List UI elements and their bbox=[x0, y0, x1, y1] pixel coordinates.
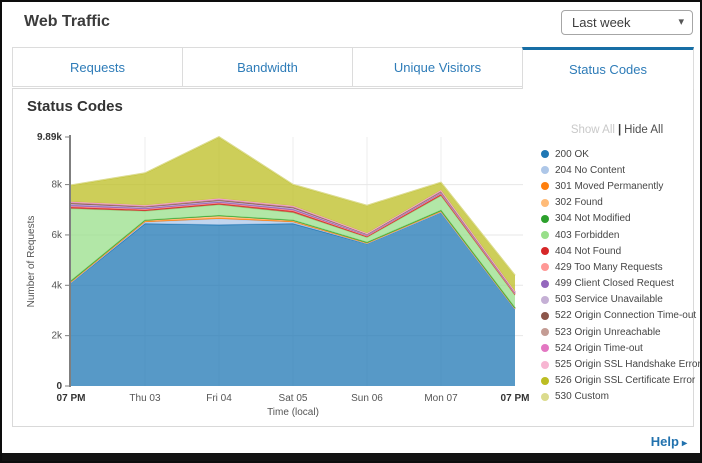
legend-item-526-origin-ssl-certificate-error[interactable]: 526 Origin SSL Certificate Error bbox=[541, 373, 693, 389]
y-tick-label: 6k bbox=[51, 230, 63, 241]
legend-swatch-icon bbox=[541, 361, 549, 369]
tab-label: Requests bbox=[70, 60, 125, 75]
x-tick-label: Sun 06 bbox=[351, 393, 383, 404]
legend-item-499-client-closed-request[interactable]: 499 Client Closed Request bbox=[541, 276, 693, 292]
page-title: Web Traffic bbox=[24, 13, 110, 31]
legend-swatch-icon bbox=[541, 215, 549, 223]
y-tick-label: 9.89k bbox=[37, 132, 62, 143]
y-axis-title: Number of Requests bbox=[26, 216, 37, 308]
hide-all-link[interactable]: Hide All bbox=[624, 124, 663, 136]
legend-swatch-icon bbox=[541, 344, 549, 352]
legend-swatch-icon bbox=[541, 166, 549, 174]
show-all-link[interactable]: Show All bbox=[571, 124, 615, 136]
tab-status-codes[interactable]: Status Codes bbox=[522, 47, 694, 89]
time-range-select[interactable]: Last week ▾ bbox=[561, 10, 693, 35]
legend-swatch-icon bbox=[541, 312, 549, 320]
tab-label: Bandwidth bbox=[237, 60, 298, 75]
legend-item-304-not-modified[interactable]: 304 Not Modified bbox=[541, 211, 693, 227]
y-tick-label: 0 bbox=[56, 381, 62, 392]
legend-label: 525 Origin SSL Handshake Error bbox=[555, 359, 701, 370]
web-traffic-panel: Web Traffic Last week ▾ Requests Bandwid… bbox=[0, 0, 702, 463]
x-axis-title: Time (local) bbox=[267, 407, 319, 418]
tab-bandwidth[interactable]: Bandwidth bbox=[182, 47, 353, 87]
help-label: Help bbox=[651, 434, 679, 449]
x-tick-label: Sat 05 bbox=[279, 393, 308, 404]
area-200-ok bbox=[71, 212, 515, 386]
legend-label: 404 Not Found bbox=[555, 246, 621, 257]
legend-label: 429 Too Many Requests bbox=[555, 262, 663, 273]
caret-down-icon: ▾ bbox=[678, 11, 684, 34]
help-link[interactable]: Help▸ bbox=[651, 434, 687, 449]
y-tick-label: 2k bbox=[51, 331, 63, 342]
legend-swatch-icon bbox=[541, 199, 549, 207]
legend-label: 304 Not Modified bbox=[555, 213, 631, 224]
legend-item-503-service-unavailable[interactable]: 503 Service Unavailable bbox=[541, 292, 693, 308]
legend-label: 302 Found bbox=[555, 197, 603, 208]
legend-label: 503 Service Unavailable bbox=[555, 294, 663, 305]
tab-label: Unique Visitors bbox=[394, 60, 481, 75]
time-range-value: Last week bbox=[572, 15, 631, 30]
legend-item-429-too-many-requests[interactable]: 429 Too Many Requests bbox=[541, 259, 693, 275]
legend-label: 301 Moved Permanently bbox=[555, 181, 663, 192]
legend-swatch-icon bbox=[541, 182, 549, 190]
x-tick-label: 07 PM bbox=[501, 393, 530, 404]
legend-label: 403 Forbidden bbox=[555, 230, 620, 241]
legend-label: 522 Origin Connection Time-out bbox=[555, 310, 696, 321]
legend-label: 526 Origin SSL Certificate Error bbox=[555, 375, 695, 386]
legend-swatch-icon bbox=[541, 280, 549, 288]
x-tick-label: Mon 07 bbox=[424, 393, 458, 404]
tab-requests[interactable]: Requests bbox=[12, 47, 183, 87]
legend-swatch-icon bbox=[541, 263, 549, 271]
y-tick-label: 8k bbox=[51, 180, 63, 191]
legend-item-302-found[interactable]: 302 Found bbox=[541, 195, 693, 211]
legend-swatch-icon bbox=[541, 296, 549, 304]
legend-swatch-icon bbox=[541, 150, 549, 158]
chart-legend: 200 OK 204 No Content 301 Moved Permanentl… bbox=[541, 146, 693, 405]
legend-item-404-not-found[interactable]: 404 Not Found bbox=[541, 243, 693, 259]
legend-label: 523 Origin Unreachable bbox=[555, 327, 661, 338]
legend-controls: Show All|Hide All bbox=[541, 124, 693, 136]
legend-item-524-origin-time-out[interactable]: 524 Origin Time-out bbox=[541, 340, 693, 356]
legend-item-403-forbidden[interactable]: 403 Forbidden bbox=[541, 227, 693, 243]
bottom-bar bbox=[2, 453, 700, 461]
legend-item-523-origin-unreachable[interactable]: 523 Origin Unreachable bbox=[541, 324, 693, 340]
legend-label: 200 OK bbox=[555, 149, 589, 160]
y-tick-label: 4k bbox=[51, 280, 63, 291]
legend-item-522-origin-connection-time-out[interactable]: 522 Origin Connection Time-out bbox=[541, 308, 693, 324]
x-tick-label: Thu 03 bbox=[129, 393, 161, 404]
tab-label: Status Codes bbox=[569, 62, 647, 77]
legend-item-200-ok[interactable]: 200 OK bbox=[541, 146, 693, 162]
legend-item-301-moved-permanently[interactable]: 301 Moved Permanently bbox=[541, 178, 693, 194]
legend-separator: | bbox=[618, 124, 621, 136]
legend-swatch-icon bbox=[541, 231, 549, 239]
chevron-right-icon: ▸ bbox=[682, 438, 687, 449]
legend-item-530-custom[interactable]: 530 Custom bbox=[541, 389, 693, 405]
legend-swatch-icon bbox=[541, 377, 549, 385]
x-tick-label: 07 PM bbox=[57, 393, 86, 404]
legend-label: 530 Custom bbox=[555, 391, 609, 402]
legend-swatch-icon bbox=[541, 328, 549, 336]
legend-label: 499 Client Closed Request bbox=[555, 278, 674, 289]
legend-label: 524 Origin Time-out bbox=[555, 343, 643, 354]
legend-swatch-icon bbox=[541, 247, 549, 255]
x-tick-label: Fri 04 bbox=[206, 393, 232, 404]
tab-unique-visitors[interactable]: Unique Visitors bbox=[352, 47, 523, 87]
legend-item-525-origin-ssl-handshake-error[interactable]: 525 Origin SSL Handshake Error bbox=[541, 356, 693, 372]
legend-label: 204 No Content bbox=[555, 165, 625, 176]
legend-item-204-no-content[interactable]: 204 No Content bbox=[541, 162, 693, 178]
status-codes-card: Status Codes 02k4k6k8k9.89k07 PMThu 03Fr… bbox=[12, 88, 694, 427]
legend-swatch-icon bbox=[541, 393, 549, 401]
status-codes-chart[interactable]: 0 2k 4k 6k 8k 9.89k 07 PM Thu 03 Fri 04 Sat 05 Sun… bbox=[13, 89, 541, 428]
